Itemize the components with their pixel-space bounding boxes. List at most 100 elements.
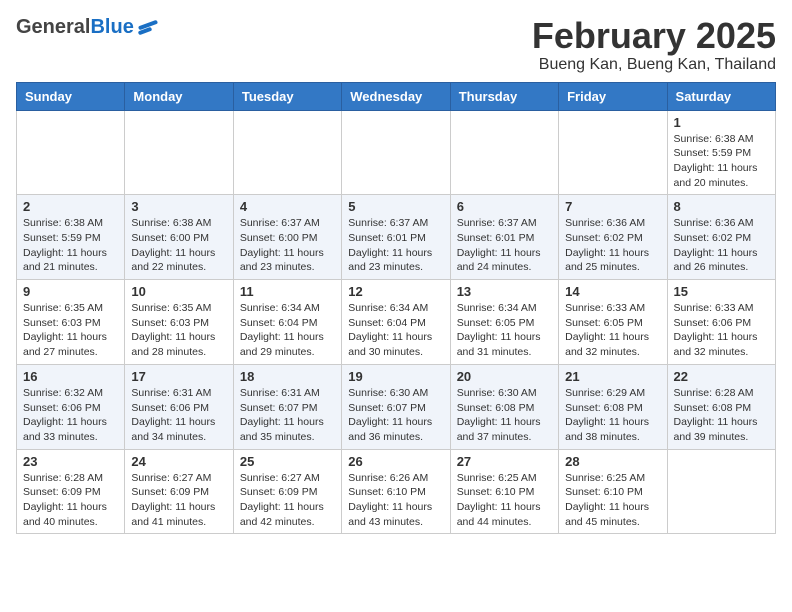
day-info: Sunrise: 6:32 AMSunset: 6:06 PMDaylight:… xyxy=(23,386,118,445)
day-number: 9 xyxy=(23,284,118,299)
day-info: Sunrise: 6:29 AMSunset: 6:08 PMDaylight:… xyxy=(565,386,660,445)
day-info: Sunrise: 6:30 AMSunset: 6:07 PMDaylight:… xyxy=(348,386,443,445)
day-number: 22 xyxy=(674,369,769,384)
calendar-cell: 3 Sunrise: 6:38 AMSunset: 6:00 PMDaylight… xyxy=(125,195,233,280)
day-info: Sunrise: 6:31 AMSunset: 6:07 PMDaylight:… xyxy=(240,386,335,445)
day-info: Sunrise: 6:37 AMSunset: 6:00 PMDaylight:… xyxy=(240,216,335,275)
calendar-cell xyxy=(559,110,667,195)
calendar-week-1: 2Sunrise: 6:38 AMSunset: 5:59 PMDaylight… xyxy=(17,195,776,280)
day-number: 24 xyxy=(131,454,226,469)
calendar-cell: 22 Sunrise: 6:28 AMSunset: 6:08 PMDayligh… xyxy=(667,364,775,449)
day-number: 1 xyxy=(674,115,769,130)
day-info: Sunrise: 6:36 AMSunset: 6:02 PMDaylight:… xyxy=(565,216,660,275)
calendar-cell: 11 Sunrise: 6:34 AMSunset: 6:04 PMDayligh… xyxy=(233,280,341,365)
calendar-cell: 19Sunrise: 6:30 AMSunset: 6:07 PMDayligh… xyxy=(342,364,450,449)
logo-text: GeneralBlue xyxy=(16,16,134,39)
weekday-wednesday: Wednesday xyxy=(342,82,450,110)
logo: GeneralBlue xyxy=(16,16,158,39)
day-number: 25 xyxy=(240,454,335,469)
calendar-cell: 10 Sunrise: 6:35 AMSunset: 6:03 PMDayligh… xyxy=(125,280,233,365)
month-title: February 2025 xyxy=(532,16,776,56)
calendar-cell: 23 Sunrise: 6:28 AMSunset: 6:09 PMDayligh… xyxy=(17,449,125,534)
calendar-cell xyxy=(667,449,775,534)
day-number: 8 xyxy=(674,199,769,214)
day-number: 14 xyxy=(565,284,660,299)
day-info: Sunrise: 6:33 AMSunset: 6:05 PMDaylight:… xyxy=(565,301,660,360)
day-info: Sunrise: 6:28 AMSunset: 6:08 PMDaylight:… xyxy=(674,386,769,445)
day-number: 5 xyxy=(348,199,443,214)
weekday-friday: Friday xyxy=(559,82,667,110)
day-info: Sunrise: 6:38 AMSunset: 6:00 PMDaylight:… xyxy=(131,216,226,275)
calendar-cell: 15 Sunrise: 6:33 AMSunset: 6:06 PMDayligh… xyxy=(667,280,775,365)
calendar-cell: 26Sunrise: 6:26 AMSunset: 6:10 PMDayligh… xyxy=(342,449,450,534)
calendar-cell: 8Sunrise: 6:36 AMSunset: 6:02 PMDaylight… xyxy=(667,195,775,280)
day-info: Sunrise: 6:38 AMSunset: 5:59 PMDaylight:… xyxy=(674,132,769,191)
day-info: Sunrise: 6:35 AMSunset: 6:03 PMDaylight:… xyxy=(131,301,226,360)
day-number: 26 xyxy=(348,454,443,469)
logo-blue: Blue xyxy=(90,16,133,38)
day-number: 23 xyxy=(23,454,118,469)
day-number: 18 xyxy=(240,369,335,384)
calendar-cell: 20 Sunrise: 6:30 AMSunset: 6:08 PMDayligh… xyxy=(450,364,558,449)
day-info: Sunrise: 6:34 AMSunset: 6:04 PMDaylight:… xyxy=(348,301,443,360)
day-number: 11 xyxy=(240,284,335,299)
calendar-cell: 12 Sunrise: 6:34 AMSunset: 6:04 PMDayligh… xyxy=(342,280,450,365)
location-title: Bueng Kan, Bueng Kan, Thailand xyxy=(532,56,776,74)
calendar-cell: 24 Sunrise: 6:27 AMSunset: 6:09 PMDayligh… xyxy=(125,449,233,534)
calendar-cell: 6 Sunrise: 6:37 AMSunset: 6:01 PMDaylight… xyxy=(450,195,558,280)
day-info: Sunrise: 6:35 AMSunset: 6:03 PMDaylight:… xyxy=(23,301,118,360)
weekday-thursday: Thursday xyxy=(450,82,558,110)
calendar-cell xyxy=(450,110,558,195)
calendar-week-3: 16 Sunrise: 6:32 AMSunset: 6:06 PMDayligh… xyxy=(17,364,776,449)
day-info: Sunrise: 6:37 AMSunset: 6:01 PMDaylight:… xyxy=(457,216,552,275)
weekday-saturday: Saturday xyxy=(667,82,775,110)
day-number: 15 xyxy=(674,284,769,299)
calendar-cell: 18 Sunrise: 6:31 AMSunset: 6:07 PMDayligh… xyxy=(233,364,341,449)
calendar-cell: 7 Sunrise: 6:36 AMSunset: 6:02 PMDaylight… xyxy=(559,195,667,280)
title-block: February 2025 Bueng Kan, Bueng Kan, Thai… xyxy=(532,16,776,74)
calendar-week-0: 1 Sunrise: 6:38 AMSunset: 5:59 PMDaylight… xyxy=(17,110,776,195)
day-info: Sunrise: 6:27 AMSunset: 6:09 PMDaylight:… xyxy=(131,471,226,530)
day-number: 7 xyxy=(565,199,660,214)
day-number: 16 xyxy=(23,369,118,384)
calendar-cell: 27 Sunrise: 6:25 AMSunset: 6:10 PMDayligh… xyxy=(450,449,558,534)
calendar-cell: 9 Sunrise: 6:35 AMSunset: 6:03 PMDaylight… xyxy=(17,280,125,365)
day-info: Sunrise: 6:25 AMSunset: 6:10 PMDaylight:… xyxy=(457,471,552,530)
day-info: Sunrise: 6:27 AMSunset: 6:09 PMDaylight:… xyxy=(240,471,335,530)
calendar-cell: 28 Sunrise: 6:25 AMSunset: 6:10 PMDayligh… xyxy=(559,449,667,534)
day-info: Sunrise: 6:31 AMSunset: 6:06 PMDaylight:… xyxy=(131,386,226,445)
weekday-tuesday: Tuesday xyxy=(233,82,341,110)
day-info: Sunrise: 6:34 AMSunset: 6:05 PMDaylight:… xyxy=(457,301,552,360)
weekday-sunday: Sunday xyxy=(17,82,125,110)
day-number: 20 xyxy=(457,369,552,384)
day-number: 4 xyxy=(240,199,335,214)
logo-general: General xyxy=(16,16,90,38)
day-info: Sunrise: 6:30 AMSunset: 6:08 PMDaylight:… xyxy=(457,386,552,445)
day-info: Sunrise: 6:25 AMSunset: 6:10 PMDaylight:… xyxy=(565,471,660,530)
calendar-cell xyxy=(342,110,450,195)
calendar-cell: 13Sunrise: 6:34 AMSunset: 6:05 PMDayligh… xyxy=(450,280,558,365)
day-info: Sunrise: 6:28 AMSunset: 6:09 PMDaylight:… xyxy=(23,471,118,530)
calendar-cell xyxy=(125,110,233,195)
day-number: 27 xyxy=(457,454,552,469)
day-number: 6 xyxy=(457,199,552,214)
weekday-header-row: SundayMondayTuesdayWednesdayThursdayFrid… xyxy=(17,82,776,110)
day-number: 3 xyxy=(131,199,226,214)
day-number: 10 xyxy=(131,284,226,299)
calendar-cell: 14 Sunrise: 6:33 AMSunset: 6:05 PMDayligh… xyxy=(559,280,667,365)
day-number: 12 xyxy=(348,284,443,299)
calendar-cell: 2Sunrise: 6:38 AMSunset: 5:59 PMDaylight… xyxy=(17,195,125,280)
calendar-week-4: 23 Sunrise: 6:28 AMSunset: 6:09 PMDayligh… xyxy=(17,449,776,534)
day-number: 17 xyxy=(131,369,226,384)
page-header: GeneralBlue February 2025 Bueng Kan, Bue… xyxy=(16,16,776,74)
calendar-cell: 16 Sunrise: 6:32 AMSunset: 6:06 PMDayligh… xyxy=(17,364,125,449)
day-info: Sunrise: 6:34 AMSunset: 6:04 PMDaylight:… xyxy=(240,301,335,360)
day-number: 28 xyxy=(565,454,660,469)
day-info: Sunrise: 6:37 AMSunset: 6:01 PMDaylight:… xyxy=(348,216,443,275)
day-info: Sunrise: 6:33 AMSunset: 6:06 PMDaylight:… xyxy=(674,301,769,360)
calendar-cell: 17 Sunrise: 6:31 AMSunset: 6:06 PMDayligh… xyxy=(125,364,233,449)
calendar-cell: 5 Sunrise: 6:37 AMSunset: 6:01 PMDaylight… xyxy=(342,195,450,280)
calendar-cell: 1 Sunrise: 6:38 AMSunset: 5:59 PMDaylight… xyxy=(667,110,775,195)
calendar-week-2: 9 Sunrise: 6:35 AMSunset: 6:03 PMDaylight… xyxy=(17,280,776,365)
day-number: 2 xyxy=(23,199,118,214)
